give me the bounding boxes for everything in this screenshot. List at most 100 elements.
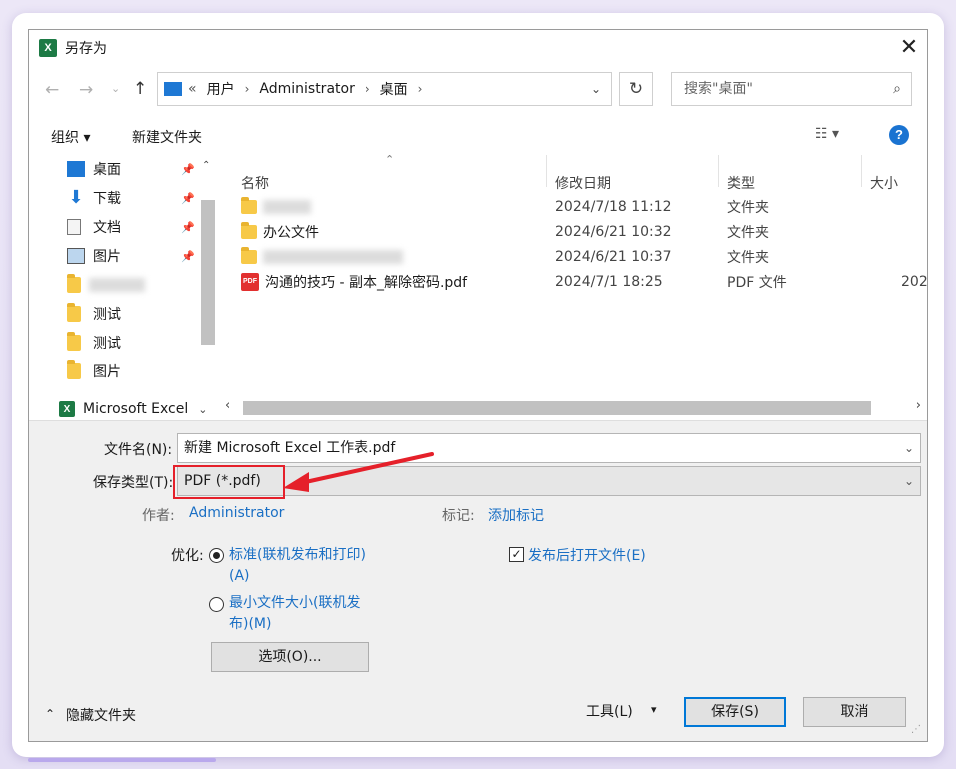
pin-icon[interactable]: 📌 xyxy=(181,250,195,263)
chevron-down-icon[interactable]: ⌄ xyxy=(591,82,601,96)
file-date: 2024/7/18 11:12 xyxy=(555,199,672,215)
chevron-down-icon[interactable]: ⌄ xyxy=(904,467,914,495)
folder-icon xyxy=(67,332,81,351)
file-list-scrollbar[interactable]: ‹ › xyxy=(219,398,927,418)
breadcrumb-users[interactable]: 用户 xyxy=(207,79,235,99)
help-icon[interactable]: ? xyxy=(889,125,909,145)
navigation-pane: 桌面 📌 ⬇ 下载 📌 文档 📌 图片 📌 测试 测试 图片 X Microso… xyxy=(29,153,217,418)
nav-item-label: 桌面 xyxy=(93,162,121,178)
column-divider[interactable] xyxy=(546,155,547,187)
address-overflow[interactable]: « xyxy=(188,81,197,97)
excel-icon: X xyxy=(59,401,75,417)
filename-label: 文件名(N): xyxy=(104,442,173,458)
nav-item-label: 文档 xyxy=(93,220,121,236)
recent-chevron-icon[interactable]: ⌄ xyxy=(111,82,120,95)
nav-item-pictures-folder[interactable]: 图片 xyxy=(67,359,121,383)
optimize-minimum-label[interactable]: 最小文件大小(联机发 布)(M) xyxy=(229,593,360,635)
open-after-checkbox[interactable]: ✓ xyxy=(509,546,524,562)
author-value[interactable]: Administrator xyxy=(189,505,284,521)
optimize-standard-radio[interactable] xyxy=(209,547,224,563)
organize-button[interactable]: 组织 ▾ xyxy=(51,127,90,147)
blurred-filename xyxy=(263,250,403,264)
column-divider[interactable] xyxy=(718,155,719,187)
nav-scrollbar[interactable]: ⌃ xyxy=(199,160,215,418)
search-placeholder: 搜索"桌面" xyxy=(684,81,753,97)
forward-arrow-icon[interactable]: → xyxy=(79,80,93,100)
nav-item-test[interactable]: 测试 xyxy=(67,302,121,326)
scroll-up-icon[interactable]: ⌃ xyxy=(202,160,210,171)
tools-button[interactable]: 工具(L) xyxy=(586,701,633,721)
scrollbar-thumb[interactable] xyxy=(201,200,215,345)
breadcrumb-separator: › xyxy=(417,82,423,96)
save-options-panel: 文件名(N): 新建 Microsoft Excel 工作表.pdf ⌄ 保存类… xyxy=(29,420,927,741)
open-after-label[interactable]: 发布后打开文件(E) xyxy=(528,545,646,565)
breadcrumb-administrator[interactable]: Administrator xyxy=(259,81,354,97)
dialog-title: 另存为 xyxy=(65,41,107,57)
close-icon[interactable]: ✕ xyxy=(895,34,923,62)
nav-item-test[interactable]: 测试 xyxy=(67,331,121,355)
nav-item-blurred[interactable] xyxy=(67,273,145,297)
breadcrumb-desktop[interactable]: 桌面 xyxy=(380,79,408,99)
cancel-button[interactable]: 取消 xyxy=(803,697,906,727)
desktop-icon xyxy=(67,161,85,177)
refresh-icon: ↻ xyxy=(628,79,644,99)
checkmark-icon: ✓ xyxy=(509,547,524,562)
nav-item-downloads[interactable]: ⬇ 下载 xyxy=(67,186,121,210)
options-button[interactable]: 选项(O)... xyxy=(211,642,369,672)
pin-icon[interactable]: 📌 xyxy=(181,192,195,205)
blurred-filename xyxy=(263,200,311,214)
save-button[interactable]: 保存(S) xyxy=(684,697,786,727)
folder-icon xyxy=(67,274,81,293)
search-input[interactable]: 搜索"桌面" ⌕ xyxy=(671,72,912,106)
nav-item-label: 测试 xyxy=(93,307,121,323)
tags-label: 标记: xyxy=(442,508,475,524)
hide-folders-button[interactable]: 隐藏文件夹 xyxy=(66,705,136,725)
file-row[interactable]: 办公文件 2024/6/21 10:32 文件夹 xyxy=(241,220,927,244)
filetype-label: 保存类型(T): xyxy=(93,475,174,491)
chevron-down-icon[interactable]: ⌄ xyxy=(904,434,914,462)
option-text: 最小文件大小(联机发 xyxy=(229,595,361,611)
radio-empty-icon xyxy=(209,596,224,612)
address-bar[interactable]: « 用户 › Administrator › 桌面 › ⌄ xyxy=(157,72,612,106)
breadcrumb-separator: › xyxy=(364,82,370,96)
column-date[interactable]: 修改日期 xyxy=(555,173,611,193)
search-icon: ⌕ xyxy=(893,81,901,97)
refresh-button[interactable]: ↻ xyxy=(619,72,653,106)
nav-item-desktop[interactable]: 桌面 xyxy=(67,157,121,181)
pin-icon[interactable]: 📌 xyxy=(181,163,195,176)
pin-icon[interactable]: 📌 xyxy=(181,221,195,234)
back-arrow-icon[interactable]: ← xyxy=(45,80,59,100)
chevron-up-icon[interactable]: ⌃ xyxy=(45,707,55,721)
annotation-arrow-icon xyxy=(283,452,434,492)
nav-item-documents[interactable]: 文档 xyxy=(67,215,121,239)
scroll-left-icon[interactable]: ‹ xyxy=(225,398,230,413)
scrollbar-thumb[interactable] xyxy=(243,401,871,415)
file-size: 202 xyxy=(901,274,928,290)
breadcrumb-separator: › xyxy=(244,82,250,96)
new-folder-button[interactable]: 新建文件夹 xyxy=(132,127,202,147)
resize-grip-icon[interactable]: ⋰ xyxy=(911,724,921,735)
file-row[interactable]: 2024/6/21 10:37 文件夹 xyxy=(241,245,927,269)
scroll-right-icon[interactable]: › xyxy=(916,398,921,413)
column-type[interactable]: 类型 xyxy=(727,173,755,193)
optimize-minimum-radio[interactable] xyxy=(209,596,224,612)
up-arrow-icon[interactable]: ↑ xyxy=(133,79,147,99)
nav-item-pictures[interactable]: 图片 xyxy=(67,244,121,268)
column-name[interactable]: 名称 xyxy=(241,173,269,193)
file-type: PDF 文件 xyxy=(727,275,787,291)
file-row[interactable]: 2024/7/18 11:12 文件夹 xyxy=(241,195,927,219)
column-divider[interactable] xyxy=(861,155,862,187)
optimize-standard-label[interactable]: 标准(联机发布和打印) (A) xyxy=(229,545,366,587)
file-type: 文件夹 xyxy=(727,200,769,216)
nav-item-excel[interactable]: X Microsoft Excel ⌄ xyxy=(59,397,207,421)
column-size[interactable]: 大小 xyxy=(870,173,898,193)
option-text: 布)(M) xyxy=(229,616,272,632)
pdf-icon: PDF xyxy=(241,273,259,291)
file-row[interactable]: PDF 沟通的技巧 - 副本_解除密码.pdf 2024/7/1 18:25 PD… xyxy=(241,270,928,294)
save-as-dialog: X 另存为 ✕ ← → ⌄ ↑ « 用户 › Administrator › 桌… xyxy=(28,29,928,742)
tools-dropdown-icon[interactable]: ▾ xyxy=(651,703,657,716)
add-tags-link[interactable]: 添加标记 xyxy=(488,505,544,525)
nav-item-label: 下载 xyxy=(93,191,121,207)
view-options-icon[interactable]: ☷ ▾ xyxy=(815,126,839,142)
file-date: 2024/7/1 18:25 xyxy=(555,274,663,290)
